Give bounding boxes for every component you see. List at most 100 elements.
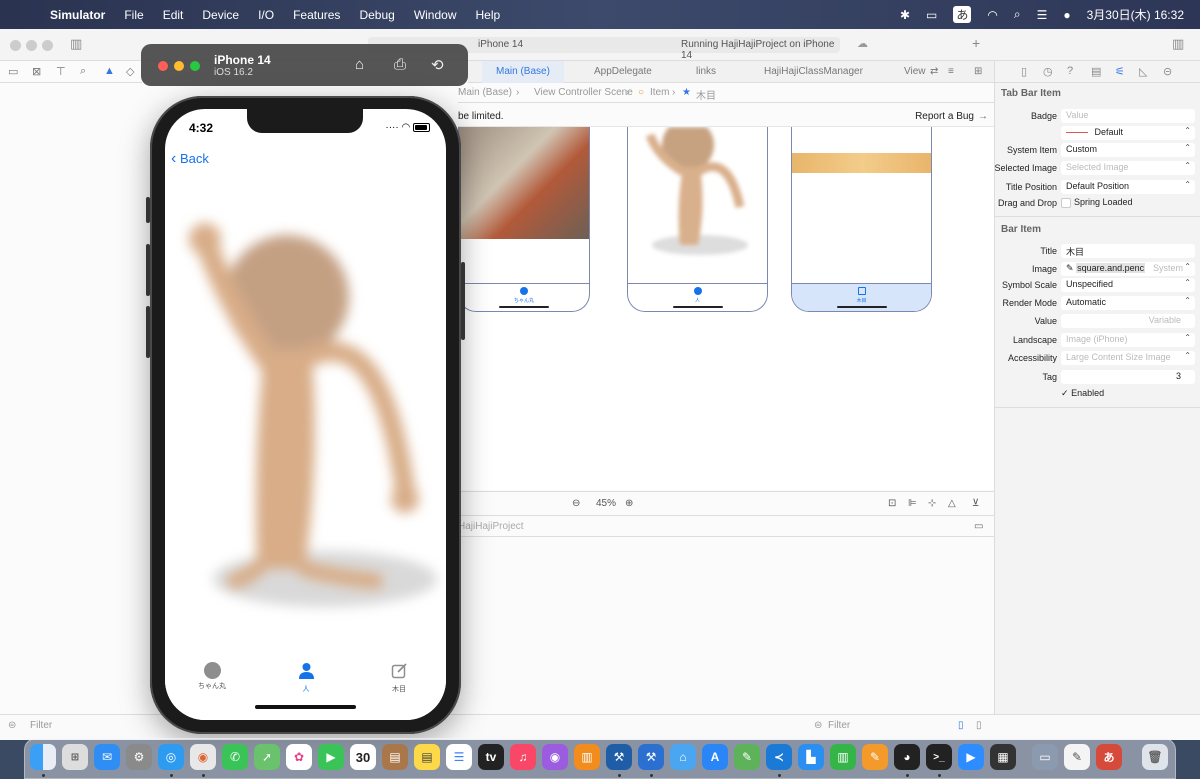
notes-icon[interactable]: ▤ [414, 744, 440, 770]
wifi-icon[interactable]: ◠ [987, 8, 997, 22]
zoom-app-icon[interactable]: ▶ [958, 744, 984, 770]
update-frames-icon[interactable]: ⊡ [888, 498, 896, 509]
menu-clock[interactable]: 3月30日(木) 16:32 [1087, 6, 1184, 23]
menu-app-name[interactable]: Simulator [50, 8, 105, 22]
navigator-filter[interactable]: Filter [30, 720, 52, 731]
scene-chanmaru[interactable]: ちゃん丸 [458, 127, 590, 312]
simulator-dock-icon[interactable]: ⚒ [638, 744, 664, 770]
variables-view-icon[interactable]: ▯ [958, 720, 964, 731]
safari-icon[interactable]: ◎ [158, 744, 184, 770]
back-button[interactable]: ‹ Back [171, 150, 209, 168]
image-field[interactable]: ✎ square.and.penc System [1061, 262, 1195, 276]
spotlight-icon[interactable]: ⌕ [1014, 7, 1021, 22]
tag-field[interactable]: 3 [1061, 370, 1195, 384]
books-icon[interactable]: ▥ [574, 744, 600, 770]
messages-icon[interactable]: ✆ [222, 744, 248, 770]
siri-icon[interactable]: ● [1063, 8, 1070, 22]
zoom-out-icon[interactable]: ⊖ [572, 498, 580, 509]
embed-in-icon[interactable]: ⊻ [972, 498, 979, 509]
debug-filter[interactable]: Filter [828, 720, 850, 731]
filter-icon[interactable]: ⊜ [814, 720, 822, 731]
facetime-icon[interactable]: ▶ [318, 744, 344, 770]
system-item-popup[interactable]: Custom [1061, 143, 1195, 157]
menu-debug[interactable]: Debug [359, 8, 394, 22]
calendar-icon[interactable]: 30 [350, 744, 376, 770]
size-inspector-icon[interactable]: ◺ [1139, 65, 1147, 78]
add-tab-icon[interactable]: + [972, 35, 980, 51]
calculator-icon[interactable]: ▦ [990, 744, 1016, 770]
symbol-navigator-icon[interactable]: ⊤ [56, 65, 66, 78]
launchpad-icon[interactable]: ⊞ [62, 744, 88, 770]
input-method-indicator[interactable]: あ [953, 6, 972, 23]
inspector-toggle-icon[interactable]: ▥ [1172, 36, 1184, 52]
app-store-icon[interactable]: A [702, 744, 728, 770]
title-field[interactable]: 木目 [1061, 244, 1195, 258]
source-control-icon[interactable]: ⊠ [32, 65, 41, 78]
xcode-dock-icon[interactable]: ⚒ [606, 744, 632, 770]
keynote-icon[interactable]: ▙ [798, 744, 824, 770]
identity-inspector-icon[interactable]: ▤ [1091, 65, 1101, 78]
help-inspector-icon[interactable]: ? [1067, 65, 1073, 77]
kotoeri-icon[interactable]: あ [1096, 744, 1122, 770]
home-indicator[interactable] [255, 705, 356, 709]
sidebar-toggle-icon[interactable]: ▥ [70, 36, 82, 52]
notes-brown-icon[interactable]: ▤ [382, 744, 408, 770]
hide-debug-icon[interactable]: ▭ [974, 521, 983, 532]
tab-item-chanmaru[interactable]: ちゃん丸 [165, 662, 259, 691]
trash-icon[interactable]: 🗑 [1142, 744, 1168, 770]
issue-navigator-icon[interactable]: ▲ [104, 65, 115, 77]
attributes-inspector-icon[interactable]: ⚟ [1115, 65, 1125, 78]
checkbox-box[interactable] [1061, 197, 1071, 208]
render-mode-popup[interactable]: Automatic [1061, 296, 1195, 310]
tab-view[interactable]: View [904, 66, 926, 77]
finder-icon[interactable] [30, 744, 56, 770]
simulator-close-button[interactable] [158, 61, 168, 71]
discord-icon[interactable]: ◕ [894, 744, 920, 770]
connections-inspector-icon[interactable]: ⊝ [1163, 65, 1172, 78]
menu-edit[interactable]: Edit [163, 8, 184, 22]
menu-io[interactable]: I/O [258, 8, 274, 22]
simulator-zoom-button[interactable] [190, 61, 200, 71]
badge-color-popup[interactable]: Default [1061, 126, 1195, 140]
storyboard-canvas[interactable]: ちゃん丸 人 木目 [458, 127, 994, 490]
music-icon[interactable]: ♫ [510, 744, 536, 770]
jump-main-base[interactable]: Main (Base) [458, 87, 512, 98]
find-navigator-icon[interactable]: ⌕ [80, 65, 86, 78]
terminal-icon[interactable]: >_ [926, 744, 952, 770]
folder-icon[interactable]: ▭ [8, 65, 18, 78]
system-settings-icon[interactable]: ⚙ [126, 744, 152, 770]
pages-icon[interactable]: ✎ [862, 744, 888, 770]
zoom-in-icon[interactable]: ⊕ [625, 498, 633, 509]
tab-appdelegate[interactable]: AppDelegate [594, 66, 652, 77]
tab-item-person[interactable]: 人 [259, 662, 353, 694]
bluetooth-icon[interactable]: ✱ [900, 8, 910, 22]
screenshot-icon[interactable]: ⎙ [394, 56, 406, 73]
scene-wood[interactable]: 木目 [791, 127, 932, 312]
numbers-icon[interactable]: ▥ [830, 744, 856, 770]
numbers-pencil-icon[interactable]: ✎ [734, 744, 760, 770]
device-screen[interactable]: 4:32 ···· ◠ ‹ Back ちゃん丸 人 木目 [165, 109, 446, 720]
arrow-circle-icon[interactable]: → [978, 111, 988, 122]
test-navigator-icon[interactable]: ◇ [126, 65, 134, 78]
menu-window[interactable]: Window [414, 8, 457, 22]
menu-features[interactable]: Features [293, 8, 340, 22]
menu-file[interactable]: File [124, 8, 143, 22]
xcode-zoom-button[interactable] [42, 40, 53, 51]
tv-icon[interactable]: tv [478, 744, 504, 770]
align-icon[interactable]: ⊫ [908, 498, 917, 509]
selected-image-field[interactable]: Selected Image [1061, 161, 1195, 175]
xcode-close-button[interactable] [10, 40, 21, 51]
value-field[interactable]: Variable [1061, 314, 1195, 328]
tab-links[interactable]: links [696, 66, 716, 77]
editor-options-icon[interactable]: ≡ [948, 66, 954, 77]
rotate-icon[interactable]: ⟲ [431, 56, 444, 74]
tab-item-wood[interactable]: 木目 [352, 662, 446, 694]
vscode-icon[interactable]: ≺ [766, 744, 792, 770]
home-icon[interactable]: ⌂ [355, 56, 364, 73]
tab-main-base[interactable]: Main (Base) [482, 61, 564, 83]
add-editor-icon[interactable]: ⊞ [974, 66, 982, 77]
resolve-issues-icon[interactable]: △ [948, 498, 956, 509]
landscape-field[interactable]: Image (iPhone) [1061, 333, 1195, 347]
menu-help[interactable]: Help [476, 8, 501, 22]
preview-icon[interactable]: ▭ [1032, 744, 1058, 770]
